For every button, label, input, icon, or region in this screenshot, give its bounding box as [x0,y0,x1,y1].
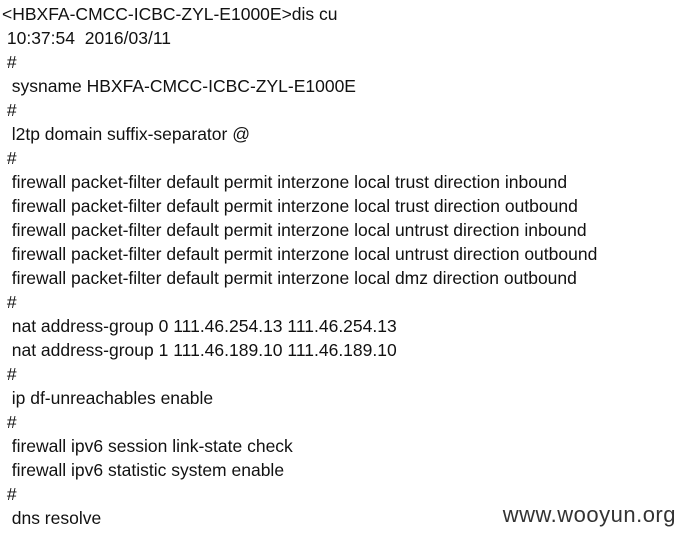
terminal-line-timestamp: 10:37:54 2016/03/11 [2,28,171,48]
terminal-line-ipv6: firewall ipv6 session link-state check [2,436,293,456]
terminal-line-separator: # [2,52,17,72]
terminal-line-separator: # [2,292,17,312]
terminal-line-separator: # [2,148,17,168]
terminal-line-ip-df: ip df-unreachables enable [2,388,214,408]
terminal-line-prompt: <HBXFA-CMCC-ICBC-ZYL-E1000E>dis cu [2,4,338,24]
terminal-line-firewall-rule: firewall packet-filter default permit in… [2,244,598,264]
terminal-line-firewall-rule: firewall packet-filter default permit in… [2,268,577,288]
terminal-line-separator: # [2,364,17,384]
watermark: www.wooyun.org [502,502,676,527]
terminal-line-nat-group: nat address-group 0 111.46.254.13 111.46… [2,316,397,336]
terminal-line-ipv6: firewall ipv6 statistic system enable [2,460,285,480]
terminal-line-nat-group: nat address-group 1 111.46.189.10 111.46… [2,340,397,360]
terminal-line-l2tp: l2tp domain suffix-separator @ [2,124,250,144]
terminal-line-firewall-rule: firewall packet-filter default permit in… [2,220,587,240]
terminal-line-separator: # [2,100,17,120]
terminal-line-firewall-rule: firewall packet-filter default permit in… [2,196,578,216]
terminal-output: <HBXFA-CMCC-ICBC-ZYL-E1000E>dis cu 10:37… [0,0,686,544]
terminal-line-firewall-rule: firewall packet-filter default permit in… [2,172,568,192]
terminal-line-separator: # [2,484,17,504]
terminal-line-dns: dns resolve [2,508,102,528]
terminal-line-separator: # [2,412,17,432]
terminal-line-sysname: sysname HBXFA-CMCC-ICBC-ZYL-E1000E [2,76,356,96]
